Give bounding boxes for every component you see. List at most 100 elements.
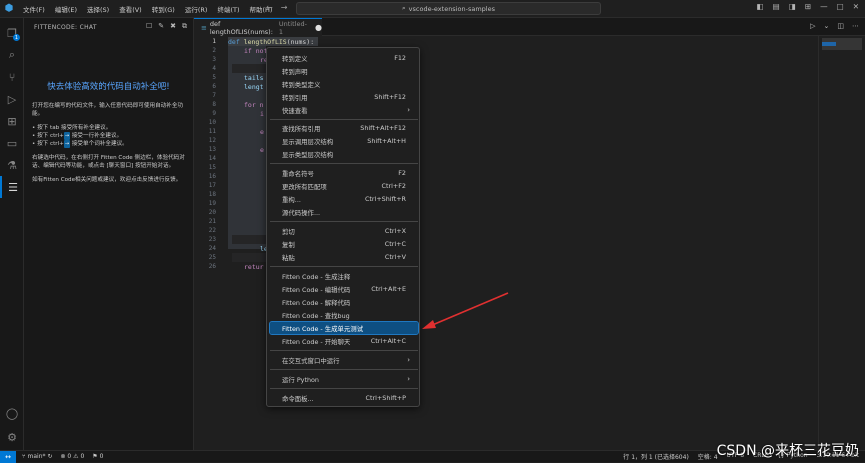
code-line: if not [244, 47, 267, 56]
menu-item-fitten-explain-code[interactable]: Fitten Code - 解释代码 [270, 296, 418, 308]
menu-item-copy[interactable]: 复制Ctrl+C [270, 238, 418, 250]
close-icon[interactable]: ✕ [853, 2, 859, 11]
line-number: 16 [209, 173, 216, 180]
menu-item-label: 重命名符号 [282, 169, 314, 178]
chevron-down-icon[interactable]: ⌄ [824, 22, 830, 30]
testing-icon[interactable]: ⚗ [0, 154, 24, 176]
menu-item-shortcut: F2 [398, 169, 406, 177]
menu-item-fitten-edit-code[interactable]: Fitten Code - 编辑代码 Ctrl+Alt+E [270, 283, 418, 295]
menu-item-cut[interactable]: 剪切Ctrl+X [270, 225, 418, 237]
split-editor-icon[interactable]: ◫ [837, 22, 844, 30]
menu-run[interactable]: 运行(R) [180, 4, 213, 14]
editor-tabs: ≡ def lengthOfLIS(nums): Untitled-1 ● ▷ … [194, 18, 865, 36]
menu-item-label: 查找所有引用 [282, 124, 320, 133]
menu-terminal[interactable]: 终端(T) [212, 4, 244, 14]
indentation[interactable]: 空格: 4 [698, 452, 718, 461]
problems-status[interactable]: ⊗ 0 ⚠ 0 [60, 453, 84, 460]
chat-hint: 右键选中代码，在右侧打开 Fitten Code 侧边栏，体验代码对话、编辑代码… [32, 154, 185, 170]
menu-item-source-action[interactable]: 源代码操作... [270, 206, 418, 218]
branch-status[interactable]: ⑂ main* ↻ [22, 453, 52, 460]
git-branch-icon: ⑂ [22, 453, 26, 460]
command-center-search[interactable]: ⌕ vscode-extension-samples [296, 2, 601, 15]
maximize-icon[interactable]: □ [837, 2, 844, 11]
context-menu: 转到定义F12 转到声明 转到类型定义 转到引用Shift+F12 快速查看› … [266, 47, 420, 407]
menu-view[interactable]: 查看(V) [114, 4, 147, 14]
menu-item-shortcut: Ctrl+C [385, 240, 406, 248]
extensions-icon[interactable]: ⊞ [0, 110, 24, 132]
minimize-icon[interactable]: — [820, 2, 828, 11]
cursor-position[interactable]: 行 1，列 1 (已选择604) [623, 452, 689, 461]
back-arrow-icon[interactable]: ← [266, 3, 273, 12]
menu-item-show-type-hierarchy[interactable]: 显示类型层次结构 [270, 148, 418, 160]
menu-item-label: 命令面板... [282, 394, 314, 403]
menu-item-rename-symbol[interactable]: 重命名符号 F2 [270, 167, 418, 179]
menu-item-change-all-occurrences[interactable]: 更改所有匹配项Ctrl+F2 [270, 180, 418, 192]
menu-item-go-to-declaration[interactable]: 转到声明 [270, 65, 418, 77]
remote-explorer-icon[interactable]: ▭ [0, 132, 24, 154]
menu-item-find-all-references[interactable]: 查找所有引用Shift+Alt+F12 [270, 122, 418, 134]
menu-item-fitten-generate-comment[interactable]: Fitten Code - 生成注释 [270, 270, 418, 282]
sidebar-title: 快去体验高效的代码自动补全吧! [24, 80, 193, 92]
menu-item-fitten-find-bug[interactable]: Fitten Code - 查找bug [270, 309, 418, 321]
menu-item-label: 更改所有匹配项 [282, 182, 327, 191]
menu-item-go-to-type-definition[interactable]: 转到类型定义 [270, 78, 418, 90]
menu-item-refactor[interactable]: 重构...Ctrl+Shift+R [270, 193, 418, 205]
line-number: 22 [209, 227, 216, 234]
menu-item-label: Fitten Code - 生成注释 [282, 272, 350, 281]
function-name: lengthOfLIS [244, 38, 287, 46]
open-panel-icon[interactable]: ⧉ [182, 22, 187, 31]
menu-item-run-in-interactive-window[interactable]: 在交互式窗口中运行› [270, 354, 418, 366]
tab-untitled-1[interactable]: ≡ def lengthOfLIS(nums): Untitled-1 ● [194, 18, 322, 36]
fitten-code-icon[interactable]: ☰ [0, 176, 24, 198]
menu-edit[interactable]: 编辑(E) [50, 4, 82, 14]
menu-item-go-to-definition[interactable]: 转到定义F12 [270, 52, 418, 64]
explorer-icon[interactable]: ❐1 [0, 22, 24, 44]
menu-item-shortcut: Ctrl+Alt+E [371, 285, 406, 293]
menu-item-command-palette[interactable]: 命令面板...Ctrl+Shift+P [270, 392, 418, 404]
run-debug-icon[interactable]: ▷ [0, 88, 24, 110]
search-icon[interactable]: ⌕ [0, 44, 24, 66]
feedback-text[interactable]: 如有Fitten Code相关问题或建议，欢迎点击反馈进行反馈。 [32, 176, 185, 184]
unsaved-dot-icon[interactable]: ● [315, 23, 322, 32]
more-actions-icon[interactable]: ⋯ [852, 22, 859, 30]
line-number: 5 [212, 74, 216, 81]
menu-item-fitten-start-chat[interactable]: Fitten Code - 开始聊天Ctrl+Alt+C [270, 335, 418, 347]
source-control-icon[interactable]: ⑂ [0, 66, 24, 88]
account-icon[interactable]: ◯ [0, 402, 24, 424]
minimap[interactable] [818, 36, 865, 450]
menu-file[interactable]: 文件(F) [18, 4, 50, 14]
menu-go[interactable]: 转到(G) [147, 4, 180, 14]
edit-icon[interactable]: ✎ [158, 22, 164, 31]
menu-item-label: 显示类型层次结构 [282, 150, 333, 159]
menu-item-peek[interactable]: 快速查看› [270, 104, 418, 116]
menu-item-fitten-generate-unit-test[interactable]: Fitten Code - 生成单元测试 [270, 322, 418, 334]
menu-item-label: 显示调用层次结构 [282, 137, 333, 146]
code-line: i [260, 110, 264, 119]
window-controls: ◧ ▤ ◨ ⊞ — □ ✕ [757, 2, 859, 11]
menu-item-show-call-hierarchy[interactable]: 显示调用层次结构Shift+Alt+H [270, 135, 418, 147]
menu-selection[interactable]: 选择(S) [82, 4, 114, 14]
toggle-secondary-sidebar-icon[interactable]: ◨ [789, 2, 796, 11]
tools-icon[interactable]: ✖ [170, 22, 176, 31]
bullet-word: • 按下 ctrl+→ 接受单个词补全建议。 [32, 140, 185, 148]
ports-status[interactable]: ⚑ 0 [92, 453, 103, 460]
menu-separator [270, 369, 418, 370]
run-python-icon[interactable]: ▷ [810, 22, 815, 30]
new-chat-icon[interactable]: ☐ [146, 22, 152, 31]
menu-item-go-to-references[interactable]: 转到引用Shift+F12 [270, 91, 418, 103]
settings-gear-icon[interactable]: ⚙ [0, 426, 24, 448]
warning-count: 0 [80, 453, 84, 460]
bullet-word-post: 接受单个词补全建议。 [70, 141, 128, 147]
menu-item-run-python[interactable]: 运行 Python› [270, 373, 418, 385]
customize-layout-icon[interactable]: ⊞ [805, 2, 811, 11]
toggle-sidebar-icon[interactable]: ◧ [757, 2, 764, 11]
menu-item-paste[interactable]: 粘贴Ctrl+V [270, 251, 418, 263]
toggle-panel-icon[interactable]: ▤ [773, 2, 780, 11]
line-number: 25 [209, 254, 216, 261]
menu-separator [270, 221, 418, 222]
menu-item-label: Fitten Code - 编辑代码 [282, 285, 350, 294]
remote-indicator-icon[interactable]: ↔ [0, 451, 16, 463]
forward-arrow-icon[interactable]: → [281, 3, 288, 12]
line-number: 9 [212, 110, 216, 117]
menu-separator [270, 163, 418, 164]
